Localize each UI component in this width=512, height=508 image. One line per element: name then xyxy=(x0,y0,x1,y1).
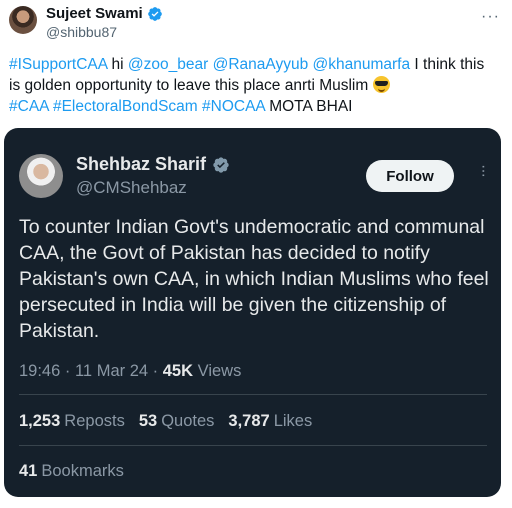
mention-link[interactable]: @RanaAyyub xyxy=(208,56,309,73)
quotes-label: Quotes xyxy=(161,412,215,430)
author-handle[interactable]: @shibbu87 xyxy=(46,24,117,40)
divider xyxy=(19,394,487,395)
follow-button[interactable]: Follow xyxy=(366,160,454,192)
quoted-tweet-body: To counter Indian Govt's undemocratic an… xyxy=(19,216,489,342)
quoted-tweet-card[interactable]: Shehbaz Sharif @CMShehbaz Follow ··· To … xyxy=(4,128,501,497)
hashtag-link[interactable]: #NOCAA xyxy=(198,98,265,115)
more-options-icon[interactable]: ··· xyxy=(481,8,500,26)
mention-link[interactable]: @khanumarfa xyxy=(308,56,411,73)
verified-badge-icon xyxy=(213,156,229,173)
tweet-meta: 19:46 · 11 Mar 24 · 45K Views xyxy=(19,362,241,381)
views-label: Views xyxy=(197,362,242,380)
author-name[interactable]: Sujeet Swami xyxy=(46,5,143,22)
tweet-text-segment: MOTA BHAI xyxy=(264,98,353,115)
tweet-text-segment: hi xyxy=(107,56,128,73)
quoted-author-name-row: Shehbaz Sharif xyxy=(76,154,230,175)
verified-badge-icon xyxy=(147,6,162,21)
author-avatar[interactable] xyxy=(9,6,37,34)
views-count: 45K xyxy=(162,362,194,380)
hashtag-link[interactable]: #ISupportCAA xyxy=(9,56,107,73)
divider xyxy=(19,445,487,446)
tweet-time[interactable]: 19:46 xyxy=(19,362,60,380)
bookmarks-count: 41 xyxy=(19,462,38,480)
tweet-date[interactable]: 11 Mar 24 xyxy=(75,362,148,380)
author-name-row: Sujeet Swami xyxy=(46,5,163,22)
sunglasses-emoji-icon xyxy=(372,76,390,93)
reposts-count: 1,253 xyxy=(19,412,61,430)
likes-label: Likes xyxy=(273,412,313,430)
quoted-author-avatar[interactable] xyxy=(19,154,63,198)
quotes-count: 53 xyxy=(138,412,158,430)
bookmarks-label: Bookmarks xyxy=(41,462,124,480)
more-options-icon[interactable]: ··· xyxy=(474,164,492,177)
separator-dot: · xyxy=(152,362,163,380)
hashtag-link[interactable]: #CAA xyxy=(9,98,49,115)
hashtag-link[interactable]: #ElectoralBondScam xyxy=(49,98,198,115)
reposts-label: Reposts xyxy=(64,412,125,430)
quotes-stat[interactable]: 53 Quotes xyxy=(139,412,215,431)
separator-dot: · xyxy=(64,362,75,380)
likes-stat[interactable]: 3,787 Likes xyxy=(228,412,312,431)
quoted-author-name[interactable]: Shehbaz Sharif xyxy=(76,154,206,175)
tweet-text: #ISupportCAA hi @zoo_bear @RanaAyyub @kh… xyxy=(9,54,499,117)
mention-link[interactable]: @zoo_bear xyxy=(128,56,208,73)
quoted-author-handle[interactable]: @CMShehbaz xyxy=(76,178,187,198)
engagement-stats: 1,253 Reposts 53 Quotes 3,787 Likes xyxy=(19,412,312,431)
likes-count: 3,787 xyxy=(228,412,270,430)
bookmarks-stat[interactable]: 41 Bookmarks xyxy=(19,462,124,481)
reposts-stat[interactable]: 1,253 Reposts xyxy=(19,412,125,431)
